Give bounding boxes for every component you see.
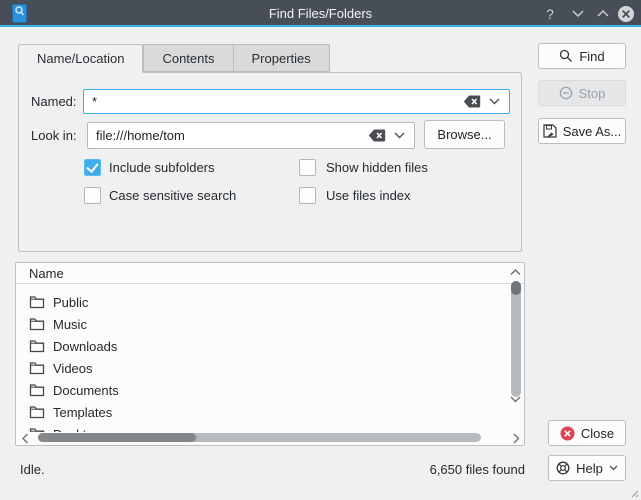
- horizontal-scroll-track[interactable]: [38, 433, 481, 442]
- list-item-videos[interactable]: Videos: [16, 357, 508, 379]
- named-combobox[interactable]: *: [83, 89, 510, 114]
- list-item-label: Documents: [53, 383, 119, 398]
- chevron-down-icon[interactable]: [609, 465, 618, 471]
- clear-text-icon[interactable]: [368, 129, 386, 142]
- named-value[interactable]: *: [84, 94, 463, 109]
- results-rows: Public Music Downloads Videos Documents …: [16, 285, 508, 432]
- save-as-button[interactable]: Save As...: [538, 118, 626, 144]
- find-button[interactable]: Find: [538, 43, 626, 69]
- folder-icon: [29, 383, 45, 397]
- tab-properties[interactable]: Properties: [233, 44, 330, 72]
- stop-icon: [559, 86, 573, 100]
- list-item-label: Templates: [53, 405, 112, 420]
- show-hidden-files-label: Show hidden files: [326, 160, 428, 175]
- case-sensitive-checkbox[interactable]: [84, 187, 101, 204]
- named-label: Named:: [31, 94, 77, 109]
- vertical-scroll-thumb[interactable]: [511, 281, 521, 295]
- list-item-public[interactable]: Public: [16, 291, 508, 313]
- folder-icon: [29, 361, 45, 375]
- include-subfolders-checkbox[interactable]: [84, 159, 101, 176]
- find-button-label: Find: [579, 49, 604, 64]
- list-item-templates[interactable]: Templates: [16, 401, 508, 423]
- vertical-scroll-track[interactable]: [511, 281, 521, 397]
- tab-label: Contents: [162, 51, 214, 66]
- search-icon: [559, 49, 573, 63]
- minimize-icon[interactable]: [565, 0, 591, 27]
- horizontal-scroll-thumb[interactable]: [38, 433, 196, 442]
- tab-label: Name/Location: [37, 51, 124, 66]
- tab-contents[interactable]: Contents: [143, 44, 232, 72]
- name-location-pane: Named: * Look in: file:///home/tom: [18, 72, 522, 252]
- name-column-header[interactable]: Name: [16, 263, 524, 284]
- tab-label: Properties: [252, 51, 311, 66]
- include-subfolders-label: Include subfolders: [109, 160, 215, 175]
- results-list[interactable]: Name Public Music Downloads Videos Docum…: [15, 262, 525, 446]
- list-item-downloads[interactable]: Downloads: [16, 335, 508, 357]
- help-button[interactable]: Help: [548, 455, 626, 481]
- list-item-label: Public: [53, 295, 88, 310]
- save-icon: [543, 124, 557, 138]
- scroll-left-icon[interactable]: [22, 433, 29, 444]
- stop-button: Stop: [538, 80, 626, 106]
- folder-icon: [29, 295, 45, 309]
- use-files-index-checkbox[interactable]: [299, 187, 316, 204]
- help-button-label: Help: [576, 461, 603, 476]
- chevron-down-icon[interactable]: [489, 98, 501, 105]
- folder-icon: [29, 405, 45, 419]
- status-message: Idle.: [20, 462, 45, 477]
- browse-button[interactable]: Browse...: [424, 120, 505, 149]
- chevron-down-icon[interactable]: [394, 132, 406, 139]
- save-as-button-label: Save As...: [563, 124, 622, 139]
- case-sensitive-label: Case sensitive search: [109, 188, 236, 203]
- titlebar: Find Files/Folders ?: [0, 0, 641, 27]
- folder-icon: [29, 339, 45, 353]
- close-button-label: Close: [581, 426, 614, 441]
- horizontal-scrollbar[interactable]: [18, 431, 506, 444]
- close-window-icon[interactable]: [613, 0, 639, 27]
- folder-icon: [29, 317, 45, 331]
- tab-bar: Name/Location Contents Properties: [18, 44, 330, 73]
- titlebar-help-button[interactable]: ?: [537, 0, 563, 27]
- tab-name-location[interactable]: Name/Location: [18, 44, 143, 73]
- list-item-label: Music: [53, 317, 87, 332]
- look-in-label: Look in:: [31, 128, 77, 143]
- vertical-scrollbar[interactable]: [508, 265, 523, 431]
- help-icon: [556, 461, 570, 475]
- list-item-label: Videos: [53, 361, 93, 376]
- scroll-right-icon[interactable]: [513, 433, 520, 444]
- list-item-documents[interactable]: Documents: [16, 379, 508, 401]
- use-files-index-label: Use files index: [326, 188, 411, 203]
- list-item-music[interactable]: Music: [16, 313, 508, 335]
- list-item-label: Downloads: [53, 339, 117, 354]
- close-icon: [560, 426, 575, 441]
- files-found-count: 6,650 files found: [430, 462, 525, 477]
- browse-button-label: Browse...: [437, 127, 491, 142]
- resize-grip[interactable]: [629, 488, 639, 498]
- clear-text-icon[interactable]: [463, 95, 481, 108]
- look-in-combobox[interactable]: file:///home/tom: [87, 122, 415, 149]
- stop-button-label: Stop: [579, 86, 606, 101]
- scroll-up-icon[interactable]: [510, 269, 521, 276]
- show-hidden-files-checkbox[interactable]: [299, 159, 316, 176]
- look-in-value[interactable]: file:///home/tom: [88, 128, 368, 143]
- name-column-label: Name: [29, 266, 64, 281]
- scroll-down-icon[interactable]: [510, 396, 521, 403]
- close-button[interactable]: Close: [548, 420, 626, 446]
